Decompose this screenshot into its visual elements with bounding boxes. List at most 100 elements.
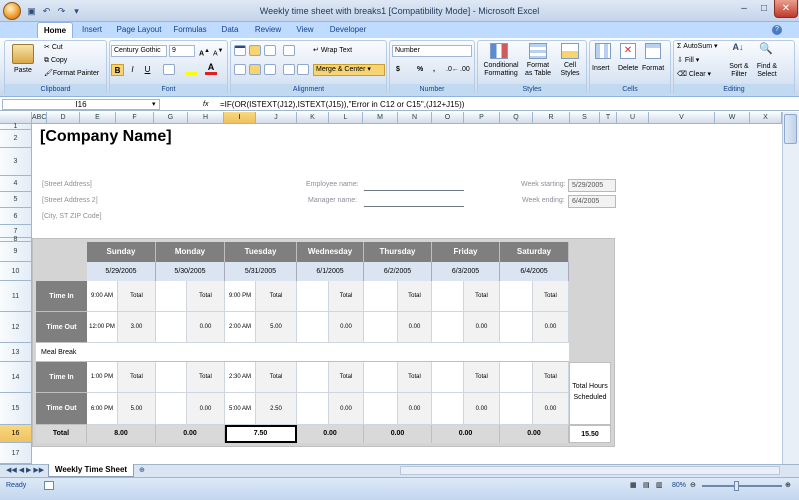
- time-cell[interactable]: [156, 362, 187, 393]
- redo-icon[interactable]: ↷: [55, 5, 68, 17]
- row-header[interactable]: 15: [0, 393, 32, 425]
- format-cells-icon[interactable]: [645, 43, 661, 59]
- time-cell[interactable]: 2:30 AM: [225, 362, 256, 393]
- row-header[interactable]: 2: [0, 130, 32, 148]
- conditional-formatting-icon[interactable]: [490, 43, 508, 59]
- row-header[interactable]: 11: [0, 281, 32, 312]
- column-header[interactable]: I: [224, 112, 256, 124]
- row-header[interactable]: 10: [0, 262, 32, 281]
- time-cell[interactable]: [500, 393, 533, 425]
- time-cell[interactable]: [432, 281, 464, 312]
- time-cell[interactable]: [297, 393, 329, 425]
- column-header[interactable]: U: [617, 112, 649, 124]
- zoom-slider-thumb[interactable]: [734, 481, 739, 491]
- column-header[interactable]: V: [649, 112, 715, 124]
- sheet-nav-icons[interactable]: ◀◀ ◀ ▶ ▶▶: [6, 466, 44, 476]
- time-cell[interactable]: [500, 281, 533, 312]
- undo-icon[interactable]: ↶: [40, 5, 53, 17]
- time-cell[interactable]: [432, 312, 464, 343]
- time-cell[interactable]: 6:00 PM: [87, 393, 118, 425]
- time-cell[interactable]: [364, 312, 398, 343]
- grow-font-icon[interactable]: A▲: [199, 46, 210, 59]
- day-total-cell[interactable]: 7.50: [225, 425, 297, 443]
- column-header[interactable]: L: [329, 112, 363, 124]
- time-cell[interactable]: [364, 393, 398, 425]
- column-header[interactable]: F: [116, 112, 154, 124]
- time-cell[interactable]: 2:00 AM: [225, 312, 256, 343]
- column-header[interactable]: O: [432, 112, 464, 124]
- zoom-in-icon[interactable]: ⊕: [785, 481, 791, 491]
- row-header[interactable]: 3: [0, 148, 32, 176]
- tab-data[interactable]: Data: [216, 22, 244, 38]
- align-bottom-icon[interactable]: [264, 45, 276, 56]
- delete-cells-icon[interactable]: ✕: [620, 43, 636, 59]
- day-total-cell[interactable]: 0.00: [364, 425, 432, 443]
- bold-button[interactable]: B: [111, 64, 124, 76]
- format-painter-button[interactable]: 🖌Format Painter: [44, 69, 99, 79]
- row-header[interactable]: 14: [0, 362, 32, 393]
- save-icon[interactable]: ▣: [25, 5, 38, 17]
- vertical-scroll-thumb[interactable]: [784, 114, 797, 144]
- number-format-combo[interactable]: Number: [392, 45, 472, 57]
- italic-button[interactable]: I: [126, 64, 139, 76]
- tab-view[interactable]: View: [290, 22, 320, 38]
- insert-cells-icon[interactable]: [595, 43, 611, 59]
- time-cell[interactable]: [156, 281, 187, 312]
- clear-button[interactable]: ⌫ Clear ▾: [677, 70, 711, 80]
- maximize-button[interactable]: □: [754, 0, 774, 18]
- align-middle-icon[interactable]: [249, 45, 261, 56]
- qat-dropdown-icon[interactable]: ▾: [70, 5, 83, 17]
- day-total-cell[interactable]: 0.00: [500, 425, 569, 443]
- time-cell[interactable]: [432, 393, 464, 425]
- sort-filter-button[interactable]: Sort & Filter: [727, 63, 751, 79]
- borders-icon[interactable]: [163, 64, 175, 75]
- time-cell[interactable]: 9:00 AM: [87, 281, 118, 312]
- align-right-icon[interactable]: [264, 64, 276, 75]
- insert-function-button[interactable]: fx: [203, 100, 208, 110]
- copy-button[interactable]: ⧉ Copy: [44, 56, 67, 66]
- shrink-font-icon[interactable]: A▼: [213, 46, 223, 59]
- binoculars-icon[interactable]: 🔍: [758, 42, 774, 58]
- increase-indent-icon[interactable]: [297, 64, 309, 75]
- merge-center-button[interactable]: Merge & Center ▾: [313, 64, 385, 76]
- column-header[interactable]: G: [154, 112, 188, 124]
- column-header[interactable]: E: [80, 112, 116, 124]
- week-ending-value[interactable]: 6/4/2005: [568, 195, 616, 208]
- row-header[interactable]: 4: [0, 176, 32, 192]
- time-cell[interactable]: [156, 393, 187, 425]
- column-header[interactable]: X: [750, 112, 782, 124]
- increase-decimal-icon[interactable]: .0←: [446, 65, 459, 75]
- column-header[interactable]: Q: [500, 112, 533, 124]
- row-header[interactable]: 6: [0, 208, 32, 225]
- row-header[interactable]: 17: [0, 443, 32, 464]
- formula-input[interactable]: =IF(OR(ISTEXT(J12),ISTEXT(J15)),"Error i…: [218, 99, 793, 110]
- time-cell[interactable]: 5:00 AM: [225, 393, 256, 425]
- currency-button[interactable]: $: [396, 65, 400, 75]
- office-button[interactable]: [3, 2, 21, 20]
- tab-review[interactable]: Review: [248, 22, 288, 38]
- time-cell[interactable]: [297, 281, 329, 312]
- comma-button[interactable]: ,: [433, 65, 435, 75]
- row-header[interactable]: 12: [0, 312, 32, 343]
- time-cell[interactable]: 9:00 PM: [225, 281, 256, 312]
- cell-styles-icon[interactable]: [561, 43, 579, 59]
- column-header[interactable]: J: [256, 112, 297, 124]
- zoom-out-icon[interactable]: ⊖: [690, 481, 696, 491]
- time-cell[interactable]: [297, 362, 329, 393]
- row-header[interactable]: 13: [0, 343, 32, 362]
- name-box[interactable]: I16: [2, 99, 160, 110]
- column-header[interactable]: D: [47, 112, 80, 124]
- paste-button[interactable]: Paste: [14, 66, 32, 76]
- underline-button[interactable]: U: [141, 64, 154, 76]
- column-header[interactable]: M: [363, 112, 398, 124]
- align-top-icon[interactable]: [234, 45, 246, 56]
- macro-record-icon[interactable]: [44, 481, 54, 490]
- decrease-decimal-icon[interactable]: .00: [460, 65, 470, 75]
- column-header[interactable]: ABC: [32, 112, 47, 124]
- row-header[interactable]: 5: [0, 192, 32, 208]
- day-total-cell[interactable]: 8.00: [87, 425, 156, 443]
- fill-button[interactable]: ⇩ Fill ▾: [677, 56, 699, 66]
- zoom-level[interactable]: 80%: [672, 481, 686, 491]
- column-header[interactable]: K: [297, 112, 329, 124]
- autosum-button[interactable]: Σ AutoSum ▾: [677, 42, 718, 52]
